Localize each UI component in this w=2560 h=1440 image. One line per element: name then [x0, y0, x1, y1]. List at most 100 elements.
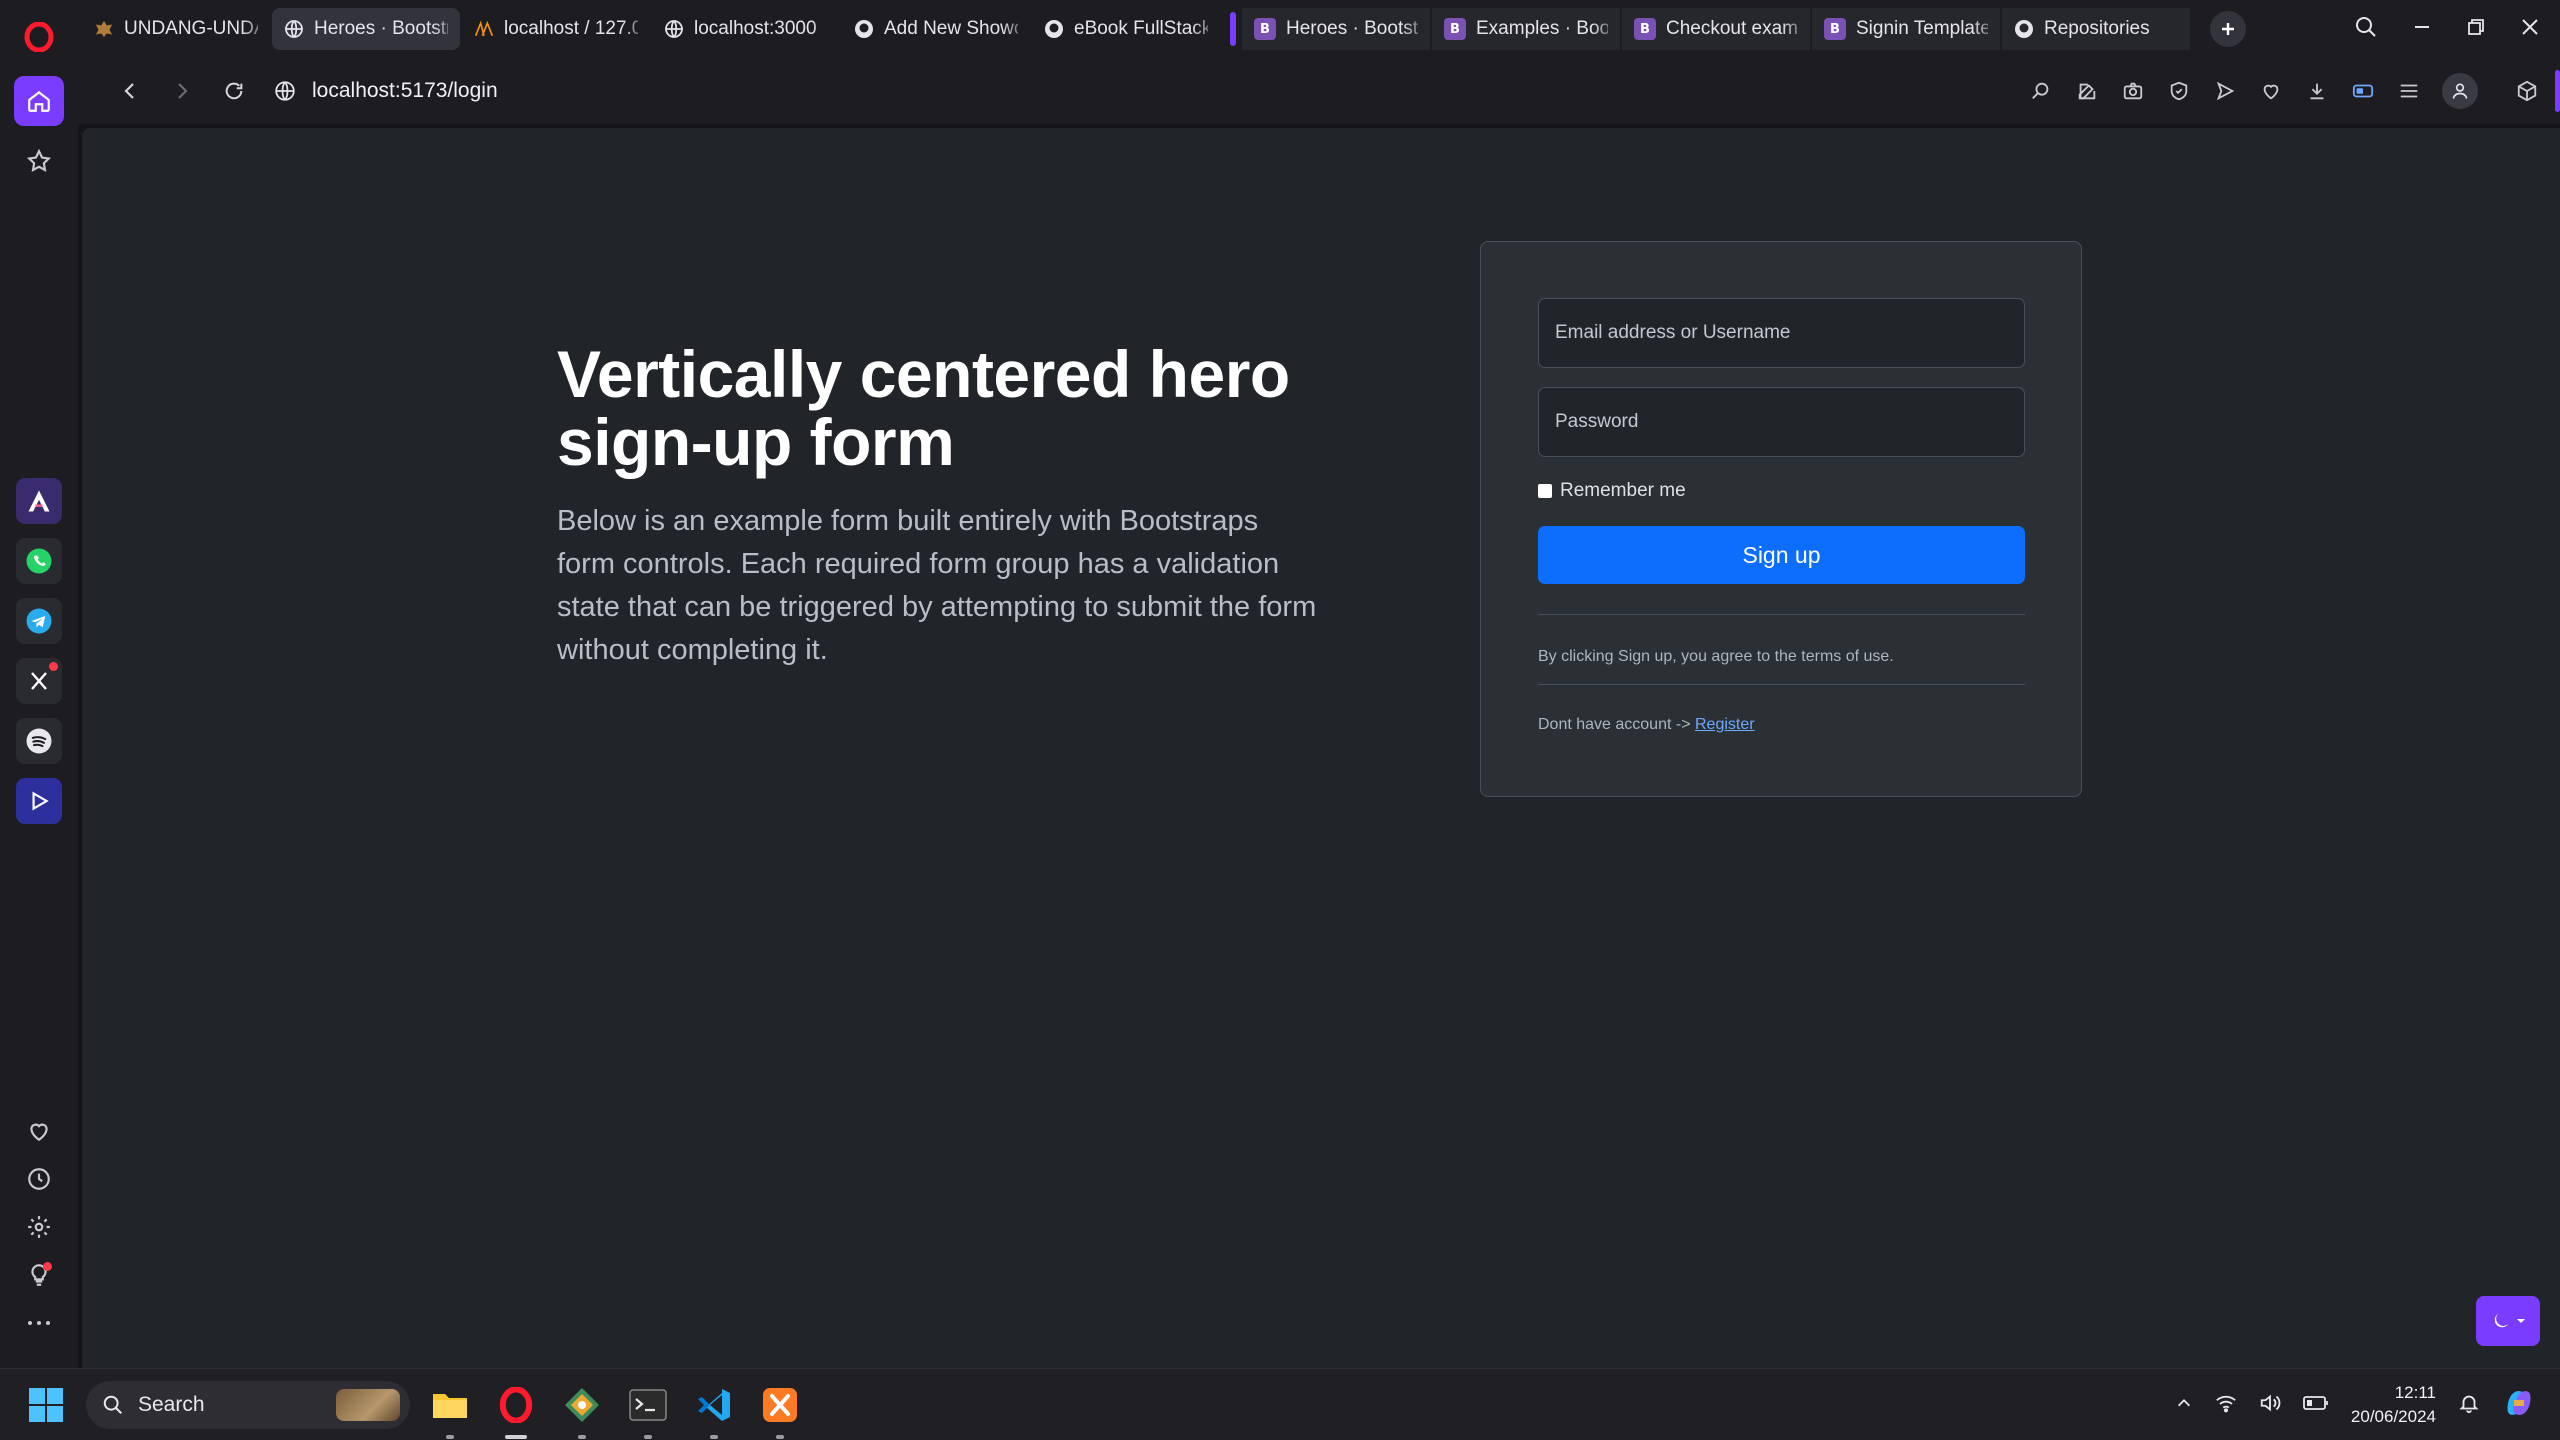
- password-input[interactable]: [1555, 411, 2008, 433]
- tab-search-button[interactable]: [2354, 15, 2378, 44]
- folder-icon: [433, 1394, 467, 1418]
- x-twitter-button[interactable]: [16, 658, 62, 704]
- snapshot-button[interactable]: [2120, 78, 2146, 104]
- new-tab-button[interactable]: [2210, 11, 2246, 47]
- cube-icon: [2517, 80, 2537, 102]
- easy-setup-button[interactable]: [2396, 78, 2422, 104]
- battery-button[interactable]: [2303, 1395, 2329, 1416]
- shield-icon: [2170, 81, 2188, 101]
- tab-phpmyadmin[interactable]: localhost / 127.0.0.1: [462, 8, 650, 50]
- file-explorer-button[interactable]: [430, 1385, 470, 1439]
- remember-checkbox[interactable]: [1538, 484, 1552, 498]
- tab-add-new-showcase[interactable]: Add New Showcase: [842, 8, 1030, 50]
- battery-saver-button[interactable]: [2350, 78, 2376, 104]
- opera-taskbar-button[interactable]: [496, 1385, 536, 1439]
- tab-checkout-example[interactable]: B Checkout example: [1622, 8, 1810, 50]
- tab-group-indicator: [1230, 12, 1236, 46]
- show-hidden-icons-button[interactable]: [2175, 1394, 2193, 1417]
- github-icon: [1044, 19, 1064, 39]
- taskbar-clock[interactable]: 12:11 20/06/2024: [2351, 1381, 2436, 1429]
- tab-ebook-fullstack[interactable]: eBook FullStack Ja: [1032, 8, 1220, 50]
- xampp-button[interactable]: [760, 1385, 800, 1439]
- terminal-button[interactable]: [628, 1385, 668, 1439]
- divider: [1538, 684, 2025, 685]
- tab-localhost-3000[interactable]: localhost:3000: [652, 8, 840, 50]
- tab-heroes-bootstrap-active[interactable]: Heroes · Bootstrap v5.3: [272, 8, 460, 50]
- close-icon: [2522, 18, 2538, 35]
- zoom-button[interactable]: [2028, 78, 2054, 104]
- favorite-page-button[interactable]: [2258, 78, 2284, 104]
- running-indicator: [446, 1435, 454, 1439]
- git-client-button[interactable]: [562, 1385, 602, 1439]
- url-text: localhost:5173/login: [312, 79, 498, 102]
- bootstrap-icon: B: [1824, 18, 1846, 40]
- volume-button[interactable]: [2259, 1393, 2281, 1418]
- more-dots-icon: [28, 1321, 50, 1325]
- tab-label: Add New Showcase: [884, 18, 1018, 39]
- bookmarks-button[interactable]: [14, 136, 64, 186]
- theme-toggle-button[interactable]: [2476, 1296, 2540, 1346]
- register-link[interactable]: Register: [1695, 716, 1755, 733]
- tips-button[interactable]: [22, 1258, 56, 1292]
- sign-up-button[interactable]: Sign up: [1538, 526, 2025, 584]
- tab-island-icon: [2352, 84, 2374, 98]
- email-field[interactable]: [1538, 298, 2025, 368]
- terminal-icon: [629, 1389, 667, 1421]
- extensions-button[interactable]: [2514, 78, 2540, 104]
- restore-button[interactable]: [2466, 17, 2486, 42]
- caret-down-icon: [2517, 1319, 2525, 1323]
- email-input[interactable]: [1555, 322, 2008, 344]
- remember-me[interactable]: Remember me: [1538, 480, 1686, 502]
- tab-label: localhost / 127.0.0.1: [504, 18, 638, 39]
- back-button[interactable]: [104, 65, 156, 117]
- more-button[interactable]: [22, 1306, 56, 1340]
- player-button[interactable]: [16, 778, 62, 824]
- tab-heroes-bootstrap[interactable]: B Heroes · Bootstrap: [1242, 8, 1430, 50]
- battery-icon: [2303, 1395, 2328, 1410]
- heart-icon: [30, 1123, 48, 1141]
- close-window-button[interactable]: [2520, 17, 2540, 42]
- copilot-button[interactable]: [2502, 1386, 2536, 1425]
- reload-button[interactable]: [208, 65, 260, 117]
- magnifier-icon: [2032, 82, 2049, 99]
- reload-icon: [225, 82, 243, 100]
- flow-button[interactable]: [2212, 78, 2238, 104]
- account-button[interactable]: [2442, 73, 2478, 109]
- tab-label: Examples · Bootstrap: [1476, 18, 1608, 39]
- notifications-button[interactable]: [2458, 1392, 2480, 1419]
- minimize-button[interactable]: [2412, 17, 2432, 42]
- signup-form-card: Remember me Sign up By clicking Sign up,…: [1480, 241, 2082, 797]
- opera-logo-icon[interactable]: [22, 20, 56, 54]
- aria-ai-button[interactable]: [16, 478, 62, 524]
- history-button[interactable]: [22, 1162, 56, 1196]
- vscode-button[interactable]: [694, 1385, 734, 1439]
- star-icon: [26, 148, 52, 173]
- home-button[interactable]: [14, 76, 64, 126]
- running-indicator: [578, 1435, 586, 1439]
- settings-button[interactable]: [22, 1210, 56, 1244]
- sidebar-toggle-edge[interactable]: [2555, 70, 2560, 112]
- copilot-icon: [2507, 1390, 2531, 1415]
- tab-repositories[interactable]: Repositories: [2002, 8, 2190, 50]
- whatsapp-icon: [26, 548, 52, 574]
- start-button[interactable]: [28, 1387, 64, 1423]
- phpmyadmin-icon: [474, 19, 494, 39]
- edit-button[interactable]: [2074, 78, 2100, 104]
- tab-examples-bootstrap[interactable]: B Examples · Bootstrap: [1432, 8, 1620, 50]
- clock-date: 20/06/2024: [2350, 1407, 2436, 1426]
- tab-undang-undang[interactable]: UNDANG-UNDANG: [82, 8, 270, 50]
- favorites-button[interactable]: [22, 1114, 56, 1148]
- downloads-button[interactable]: [2304, 78, 2330, 104]
- player-icon: [32, 791, 49, 811]
- tab-signin-template[interactable]: B Signin Template ·: [1812, 8, 2000, 50]
- url-field[interactable]: localhost:5173/login: [274, 79, 498, 103]
- taskbar-search[interactable]: Search: [86, 1381, 410, 1429]
- whatsapp-button[interactable]: [16, 538, 62, 584]
- forward-button[interactable]: [156, 65, 208, 117]
- wifi-button[interactable]: [2215, 1393, 2237, 1418]
- spotify-button[interactable]: [16, 718, 62, 764]
- password-field[interactable]: [1538, 387, 2025, 457]
- send-icon: [2216, 81, 2235, 101]
- telegram-button[interactable]: [16, 598, 62, 644]
- adblock-button[interactable]: [2166, 78, 2192, 104]
